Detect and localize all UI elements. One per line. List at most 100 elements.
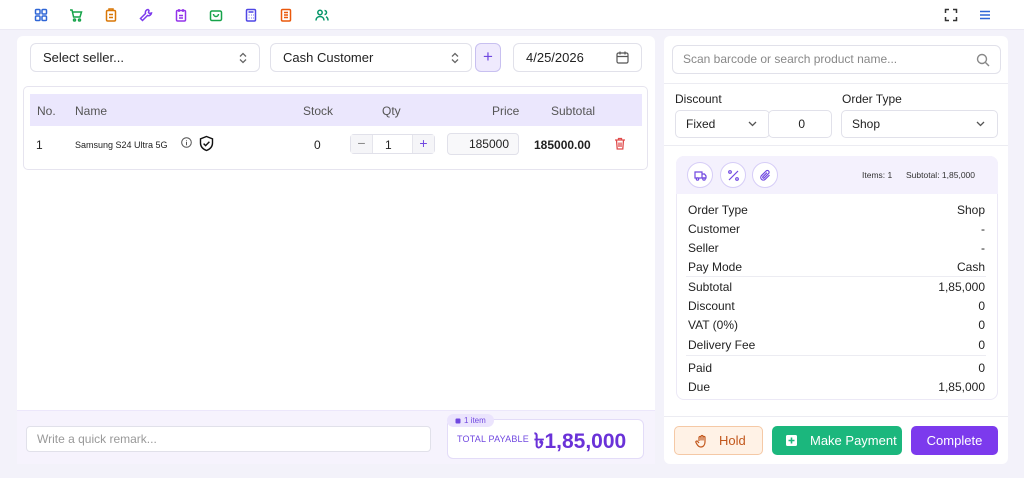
discount-label: Discount: [675, 92, 722, 106]
add-customer-button[interactable]: +: [475, 43, 501, 72]
summary-label-delivery-fee: Delivery Fee: [688, 338, 756, 352]
updown-icon: [451, 52, 459, 64]
price-input[interactable]: 185000: [447, 133, 519, 155]
quantity-stepper: − 1 +: [350, 134, 435, 154]
col-subtotal: Subtotal: [551, 104, 596, 118]
truck-icon: [694, 171, 707, 181]
users-icon[interactable]: [315, 8, 329, 22]
discount-type-value: Fixed: [686, 117, 716, 131]
col-no: No.: [37, 104, 56, 118]
chevron-down-icon: [976, 121, 985, 127]
discount-button[interactable]: [720, 162, 746, 188]
col-price: Price: [492, 104, 520, 118]
qty-increase-button[interactable]: +: [412, 135, 434, 153]
search-icon[interactable]: [976, 53, 990, 67]
add-payment-icon: [786, 435, 797, 446]
total-label: TOTAL PAYABLE: [457, 434, 529, 444]
make-payment-label: Make Payment: [810, 433, 897, 448]
divider: [664, 145, 1008, 146]
summary-label-paid: Paid: [688, 361, 713, 375]
cart-icon[interactable]: [69, 8, 83, 22]
cart-table: No. Name Stock Qty Price Subtotal: [23, 86, 648, 170]
summary-value-seller: -: [981, 241, 985, 255]
summary-label-pay-mode: Pay Mode: [688, 260, 743, 274]
attachment-button[interactable]: [752, 162, 778, 188]
summary-label-order-type: Order Type: [688, 203, 748, 217]
complete-button[interactable]: Complete: [911, 426, 998, 455]
date-input[interactable]: 4/25/2026: [513, 43, 642, 72]
order-type-select[interactable]: Shop: [841, 110, 998, 138]
summary-label-seller: Seller: [688, 241, 719, 255]
customer-select-label: Cash Customer: [283, 50, 374, 65]
notes-icon[interactable]: [174, 8, 188, 22]
divider: [664, 416, 1008, 417]
order-type-label: Order Type: [842, 92, 902, 106]
hold-button[interactable]: Hold: [674, 426, 763, 455]
delivery-button[interactable]: [687, 162, 713, 188]
divider: [686, 355, 986, 356]
summary-subtotal-text: Subtotal: 1,85,000: [906, 170, 976, 180]
divider: [664, 83, 1008, 84]
items-badge: 1 item: [447, 414, 494, 427]
summary-label-subtotal: Subtotal: [688, 280, 733, 294]
row-no: 1: [36, 138, 43, 152]
summary-value-customer: -: [981, 222, 985, 236]
product-search-input[interactable]: Scan barcode or search product name...: [672, 45, 1001, 74]
clipboard-icon[interactable]: [104, 8, 118, 22]
fullscreen-icon[interactable]: [944, 8, 958, 22]
col-name: Name: [75, 104, 108, 118]
search-placeholder: Scan barcode or search product name...: [683, 52, 898, 66]
bag-icon: [455, 418, 461, 424]
col-qty: Qty: [382, 104, 401, 118]
bag-icon[interactable]: [209, 8, 223, 22]
summary-label-customer: Customer: [688, 222, 741, 236]
summary-items-count: Items: 1: [862, 170, 893, 180]
summary-value-due: 1,85,000: [938, 380, 985, 394]
total-value: ৳1,85,000: [534, 430, 627, 453]
wrench-icon[interactable]: [139, 8, 153, 22]
calculator-icon[interactable]: [244, 8, 258, 22]
items-badge-label: 1 item: [464, 416, 486, 425]
summary-label-discount: Discount: [688, 299, 735, 313]
delete-icon[interactable]: [614, 137, 626, 150]
summary-value-vat: 0: [978, 318, 985, 332]
dashboard-icon[interactable]: [34, 8, 48, 22]
row-subtotal: 185000.00: [534, 138, 591, 152]
summary-value-order-type: Shop: [956, 203, 985, 217]
summary-value-subtotal: 1,85,000: [938, 280, 985, 294]
divider: [686, 276, 986, 277]
summary-value-discount: 0: [978, 299, 985, 313]
menu-icon[interactable]: [978, 8, 992, 22]
calendar-icon[interactable]: [616, 51, 629, 64]
summary-value-pay-mode: Cash: [956, 260, 985, 274]
seller-select-label: Select seller...: [43, 50, 124, 65]
make-payment-button[interactable]: Make Payment: [772, 426, 902, 455]
order-type-value: Shop: [852, 117, 881, 131]
summary-value-paid: 0: [978, 361, 985, 375]
seller-select[interactable]: Select seller...: [30, 43, 260, 72]
row-name: Samsung S24 Ultra 5G: [75, 140, 168, 150]
table-header: No. Name Stock Qty Price Subtotal: [30, 94, 642, 126]
discount-type-select[interactable]: Fixed: [675, 110, 770, 138]
paperclip-icon: [760, 169, 770, 181]
customer-select[interactable]: Cash Customer: [270, 43, 472, 72]
summary-label-due: Due: [688, 380, 711, 394]
hand-icon: [695, 434, 706, 448]
col-stock: Stock: [303, 104, 334, 118]
chevron-down-icon: [748, 121, 757, 127]
hold-label: Hold: [719, 433, 746, 448]
summary-value-delivery-fee: 0: [978, 338, 985, 352]
warranty-shield-icon[interactable]: [198, 135, 215, 152]
updown-icon: [239, 52, 247, 64]
document-icon[interactable]: [279, 8, 293, 22]
remark-input[interactable]: Write a quick remark...: [26, 426, 431, 452]
summary-label-vat: VAT (0%): [688, 318, 739, 332]
date-value: 4/25/2026: [526, 50, 584, 65]
row-stock: 0: [314, 138, 321, 152]
discount-value-input[interactable]: 0: [768, 110, 832, 138]
top-toolbar: [0, 0, 1024, 30]
qty-value[interactable]: 1: [385, 138, 392, 152]
qty-decrease-button[interactable]: −: [351, 135, 373, 153]
info-icon[interactable]: [181, 137, 192, 148]
percent-icon: [728, 170, 739, 181]
